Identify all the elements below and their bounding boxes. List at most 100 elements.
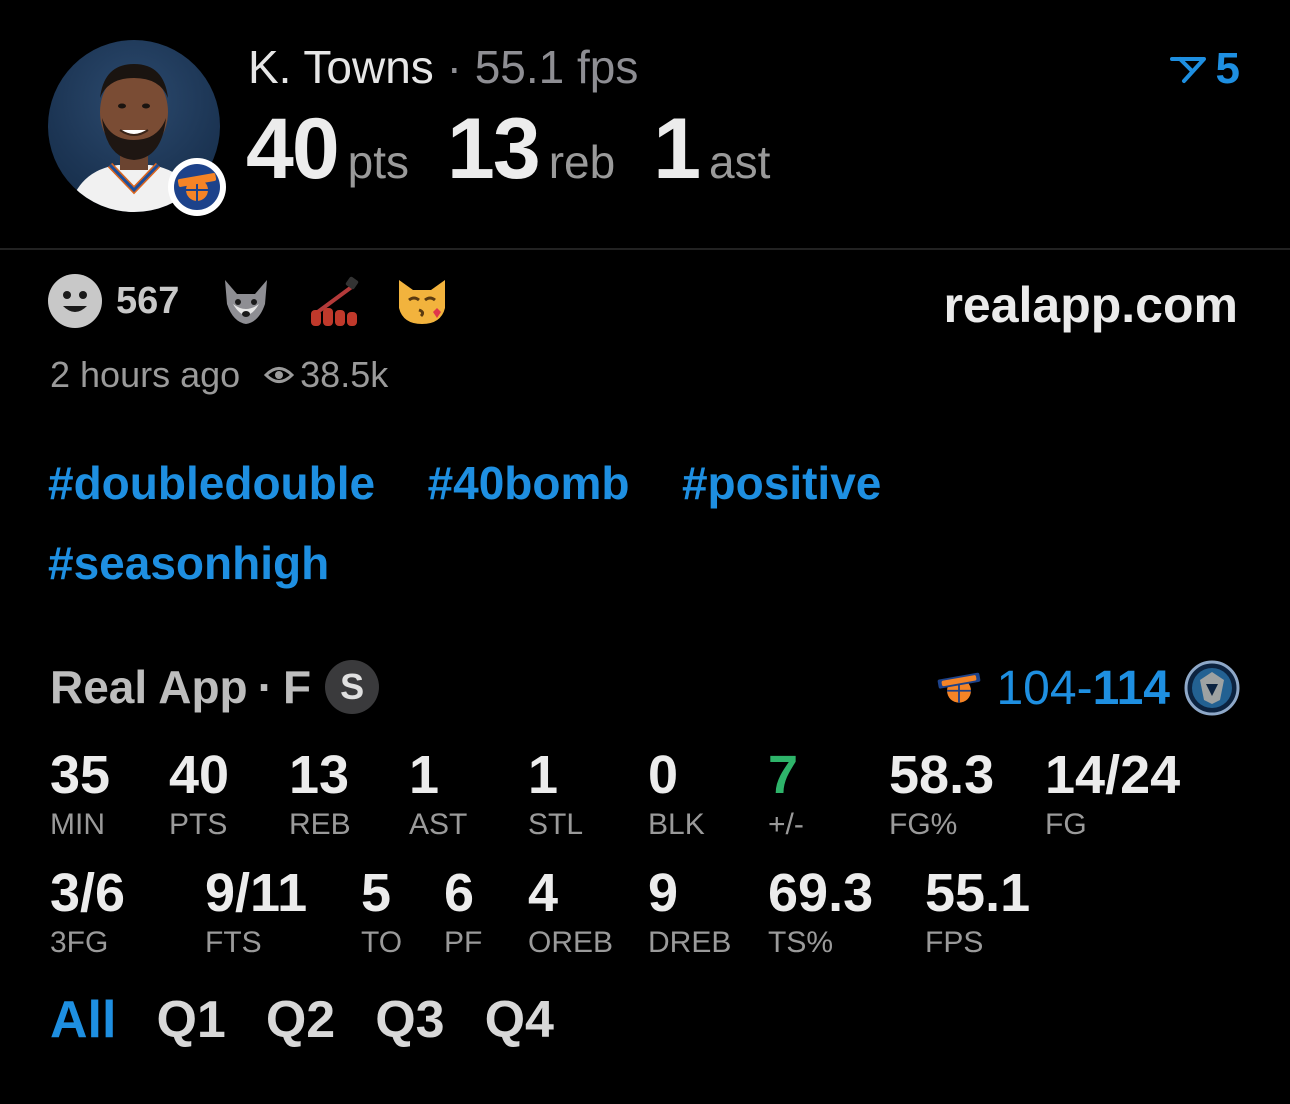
quarter-tabs: All Q1 Q2 Q3 Q4 xyxy=(50,990,554,1050)
stat-fts: 9/11 FTS xyxy=(205,866,307,960)
stat-label: +/- xyxy=(768,808,804,841)
header-divider xyxy=(0,248,1290,250)
wolf-icon[interactable] xyxy=(219,274,273,328)
score-text: 104-114 xyxy=(996,661,1170,716)
stat-value: 0 xyxy=(648,745,679,805)
vote-button[interactable]: 5 xyxy=(1168,44,1240,94)
tab-all[interactable]: All xyxy=(50,990,116,1050)
vote-arrow-icon xyxy=(1169,57,1206,83)
stat-label: TO xyxy=(361,926,403,959)
kissing-cat-icon[interactable] xyxy=(395,274,449,328)
stat-value: 4 xyxy=(528,863,559,923)
game-source: Real App xyxy=(50,661,248,713)
stat-fps: 55.1 FPS xyxy=(925,866,1030,960)
hashtag-link[interactable]: #positive xyxy=(682,456,881,510)
view-count-value: 38.5k xyxy=(300,354,389,395)
game-dot: · xyxy=(257,661,273,713)
stat-value: 7 xyxy=(768,745,799,805)
home-score: 114 xyxy=(1092,661,1170,715)
post-meta: 2 hours ago 38.5k xyxy=(50,354,388,396)
player-name[interactable]: K. Towns xyxy=(248,41,434,93)
stat-value: 3/6 xyxy=(50,863,126,923)
add-reaction-icon[interactable] xyxy=(48,274,102,328)
stat-value: 14/24 xyxy=(1045,745,1181,805)
game-status: F xyxy=(282,661,312,713)
stat-label: AST xyxy=(409,808,468,841)
hashtag-link[interactable]: #seasonhigh xyxy=(48,536,329,590)
rebounds-value: 13 xyxy=(447,101,541,197)
stat-ast: 1 AST xyxy=(409,748,467,842)
stat-label: FPS xyxy=(925,926,984,959)
stat-pf: 6 PF xyxy=(444,866,482,960)
stat-value: 13 xyxy=(289,745,350,805)
hashtag-link[interactable]: #doubledouble xyxy=(48,456,375,510)
stat-value: 5 xyxy=(361,863,392,923)
player-title[interactable]: K. Towns · 55.1 fps xyxy=(248,40,638,94)
stat-label: 3FG xyxy=(50,926,109,959)
stat-fg-pct: 58.3 FG% xyxy=(889,748,994,842)
stat-label: STL xyxy=(528,808,584,841)
hashtag-list: #doubledouble #40bomb #positive #seasonh… xyxy=(48,456,1148,616)
points-value: 40 xyxy=(246,101,340,197)
headline-stats: 40 pts 13 reb 1 ast xyxy=(246,100,808,199)
knicks-logo-icon xyxy=(168,158,226,216)
separator-dot: · xyxy=(446,41,462,93)
tab-q3[interactable]: Q3 xyxy=(375,990,444,1050)
stat-label: MIN xyxy=(50,808,105,841)
stat-stl: 1 STL xyxy=(528,748,583,842)
timberwolves-logo-icon xyxy=(1184,660,1240,716)
stat-label: DREB xyxy=(648,926,732,959)
nail-polish-icon[interactable] xyxy=(307,274,361,328)
rebounds-unit: reb xyxy=(548,136,616,188)
score-dash: - xyxy=(1076,661,1093,715)
site-link[interactable]: realapp.com xyxy=(943,276,1238,334)
stat-blk: 0 BLK xyxy=(648,748,705,842)
stat-value: 9 xyxy=(648,863,679,923)
stat-value: 40 xyxy=(169,745,230,805)
stat-min: 35 MIN xyxy=(50,748,110,842)
stat-label: FG xyxy=(1045,808,1087,841)
stat-value: 1 xyxy=(409,745,440,805)
stat-value: 69.3 xyxy=(768,863,874,923)
stat-value: 1 xyxy=(528,745,559,805)
stat-label: FG% xyxy=(889,808,958,841)
stat-pts: 40 PTS xyxy=(169,748,229,842)
stat-fg: 14/24 FG xyxy=(1045,748,1180,842)
s-badge-icon[interactable]: S xyxy=(325,660,380,714)
stat-label: PF xyxy=(444,926,483,959)
game-source-line: Real App · F S xyxy=(50,660,380,714)
stat-plus-minus: 7 +/- xyxy=(768,748,804,842)
stat-value: 6 xyxy=(444,863,475,923)
stat-value: 35 xyxy=(50,745,111,805)
stat-oreb: 4 OREB xyxy=(528,866,613,960)
points-unit: pts xyxy=(347,136,410,188)
away-score: 104 xyxy=(996,661,1077,715)
eye-icon xyxy=(264,367,295,383)
stat-label: BLK xyxy=(648,808,705,841)
stat-value: 55.1 xyxy=(925,863,1031,923)
stat-label: TS% xyxy=(768,926,834,959)
tab-q2[interactable]: Q2 xyxy=(266,990,335,1050)
time-ago: 2 hours ago xyxy=(50,354,241,395)
tab-q4[interactable]: Q4 xyxy=(485,990,554,1050)
hashtag-link[interactable]: #40bomb xyxy=(428,456,630,510)
assists-unit: ast xyxy=(709,136,771,188)
reaction-count[interactable]: 567 xyxy=(116,280,179,323)
stat-3fg: 3/6 3FG xyxy=(50,866,125,960)
knicks-logo-icon xyxy=(938,672,981,703)
stat-value: 9/11 xyxy=(205,863,308,923)
stat-value: 58.3 xyxy=(889,745,995,805)
stat-label: OREB xyxy=(528,926,614,959)
stat-to: 5 TO xyxy=(361,866,402,960)
stat-reb: 13 REB xyxy=(289,748,351,842)
reactions-row: 567 xyxy=(48,274,483,328)
stat-dreb: 9 DREB xyxy=(648,866,731,960)
view-count: 38.5k xyxy=(264,354,388,396)
stat-label: FTS xyxy=(205,926,262,959)
stat-ts-pct: 69.3 TS% xyxy=(768,866,873,960)
tab-q1[interactable]: Q1 xyxy=(156,990,225,1050)
game-score[interactable]: 104-114 xyxy=(936,660,1240,716)
vote-count: 5 xyxy=(1215,44,1240,93)
fantasy-points: 55.1 fps xyxy=(474,41,639,93)
stat-label: PTS xyxy=(169,808,228,841)
